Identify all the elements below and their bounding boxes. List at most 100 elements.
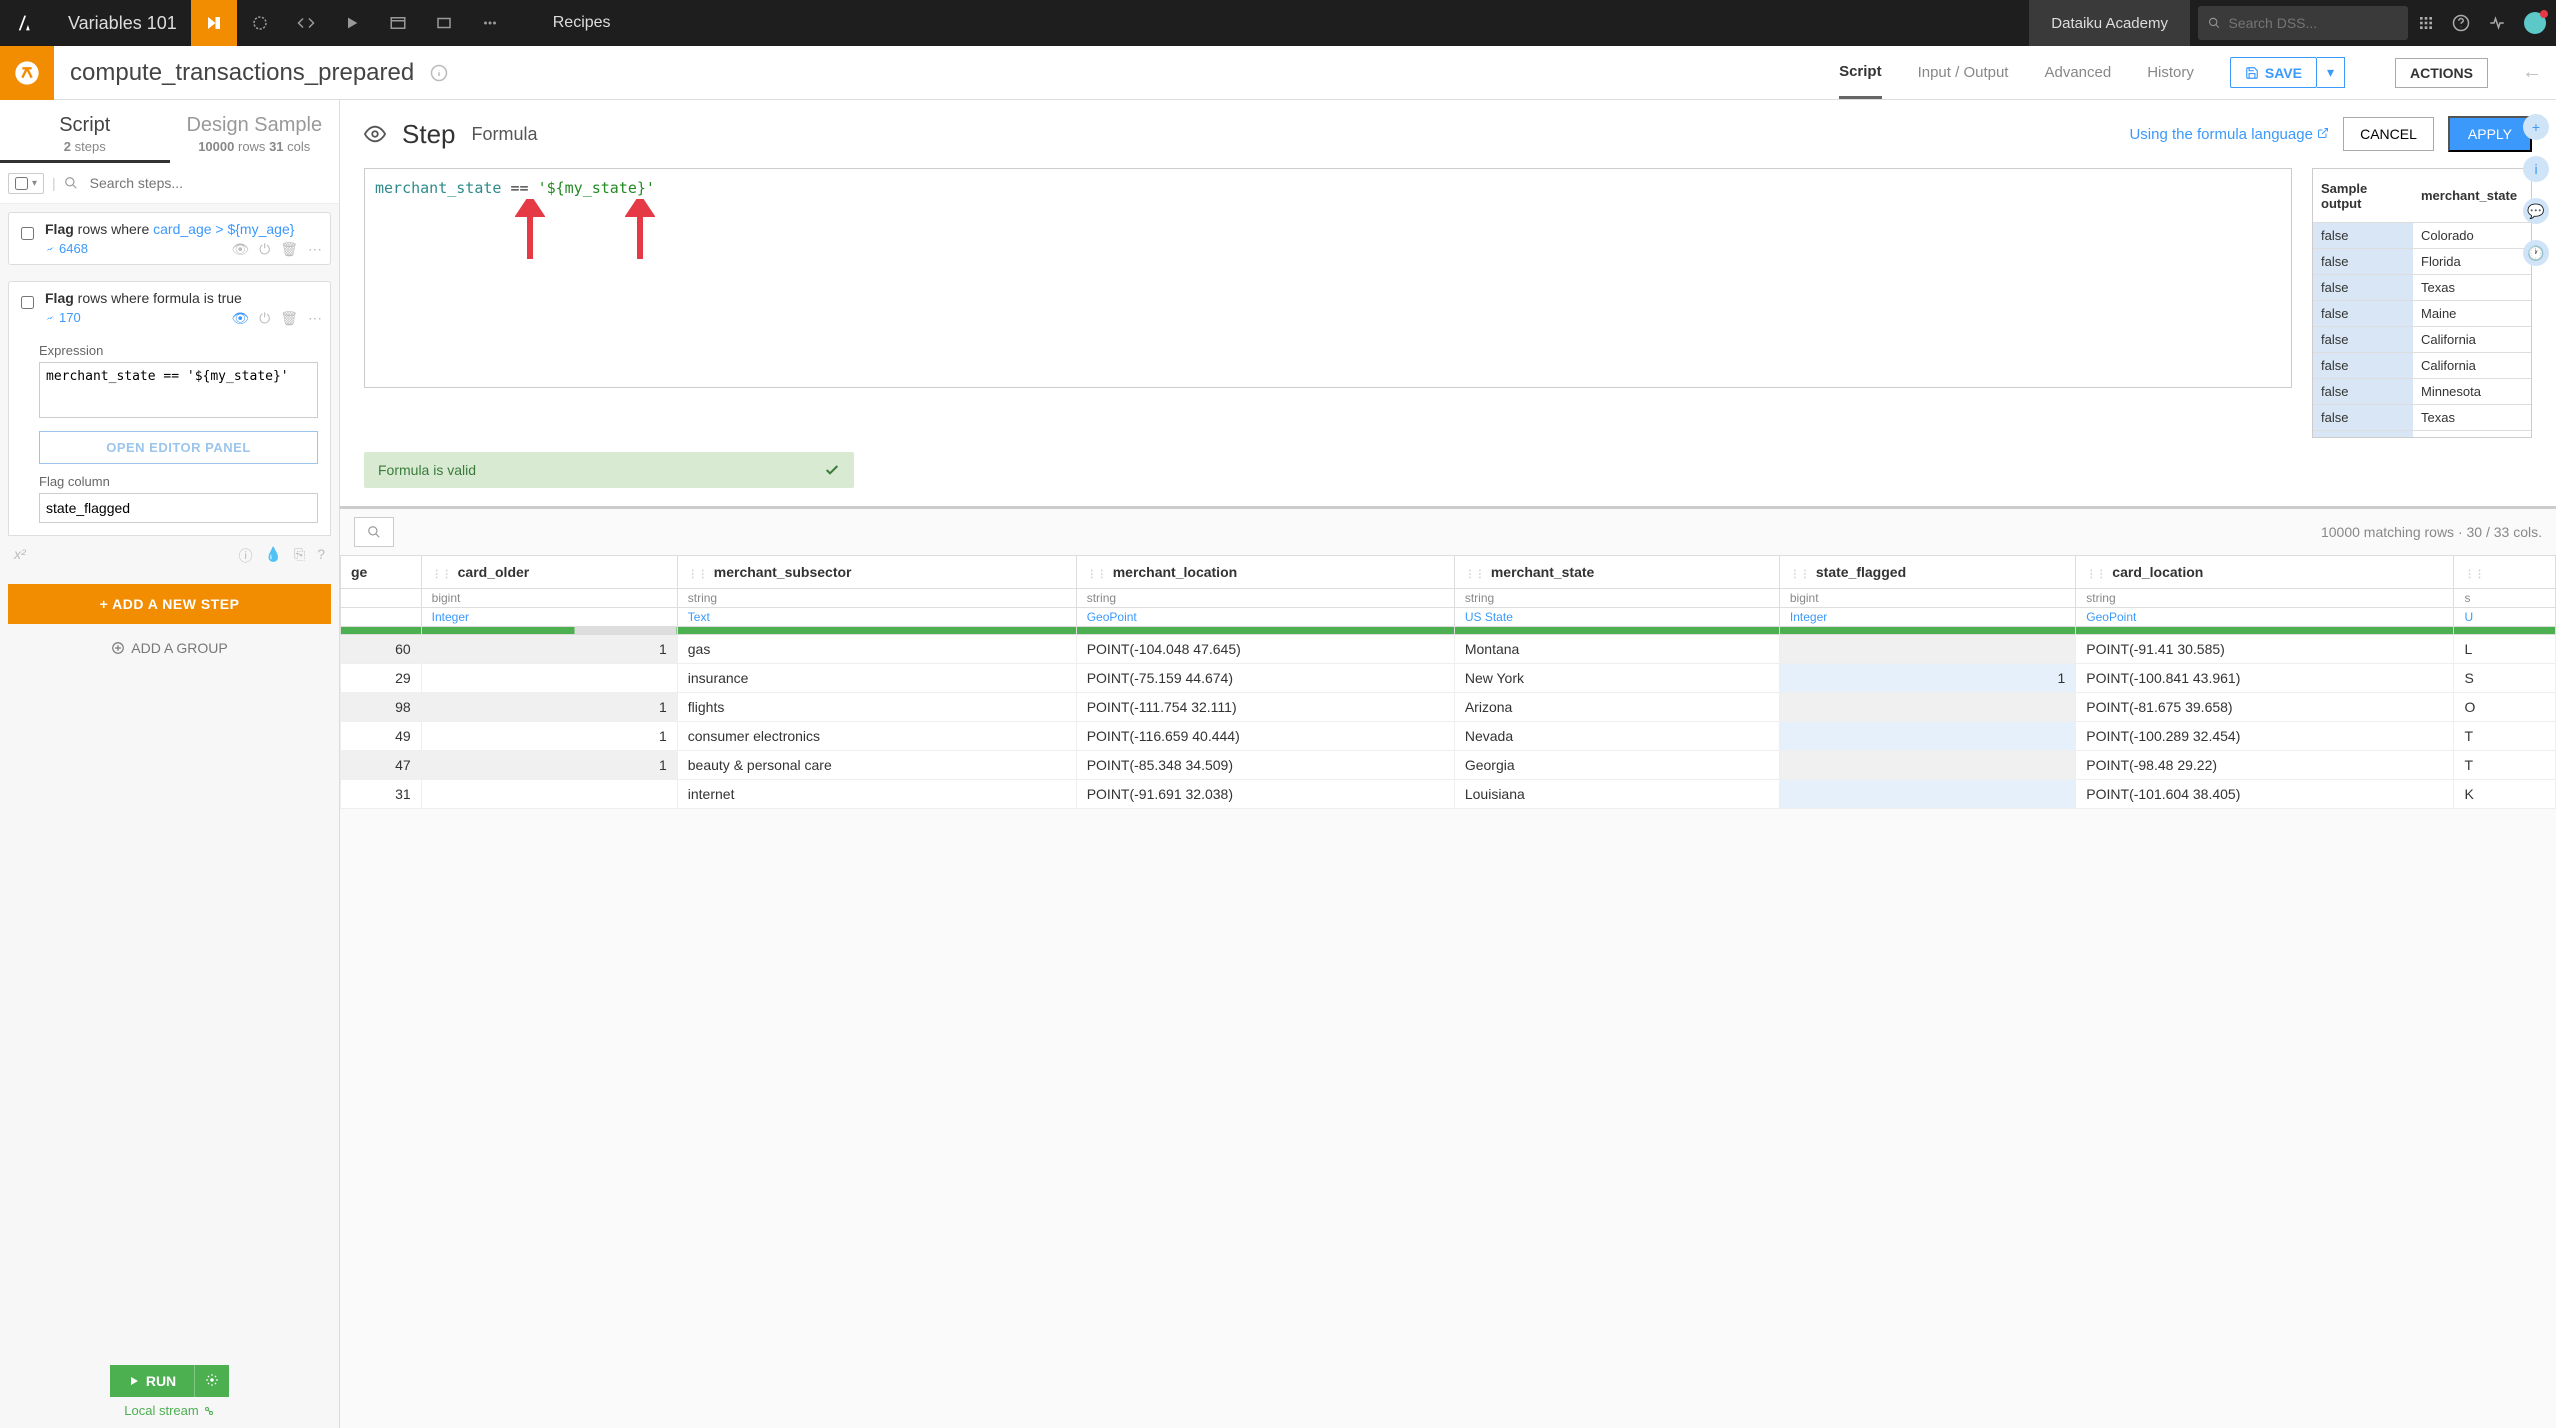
global-search[interactable] <box>2198 6 2408 40</box>
power-icon[interactable]: ⏻ <box>259 241 270 258</box>
flag-column-input[interactable] <box>39 493 318 523</box>
eye-icon[interactable] <box>364 123 386 145</box>
circle-icon[interactable] <box>237 0 283 46</box>
step-type: Formula <box>472 124 538 145</box>
data-search-button[interactable] <box>354 517 394 547</box>
more-icon[interactable] <box>467 0 513 46</box>
sample-output-table: Sample output merchant_state falseColora… <box>2312 168 2532 438</box>
table-row[interactable]: 471beauty & personal carePOINT(-85.348 3… <box>341 751 2556 780</box>
dashboard-icon[interactable] <box>375 0 421 46</box>
step-footer-icons: x² ⓘ 💧 ⎘ ? <box>0 536 339 576</box>
tab-history[interactable]: History <box>2147 46 2194 99</box>
column-header[interactable]: ⋮⋮ <box>2454 556 2556 589</box>
step-card-2[interactable]: Flag rows where formula is true 170 👁 ⏻ … <box>8 281 331 333</box>
column-header[interactable]: ⋮⋮merchant_subsector <box>677 556 1076 589</box>
back-arrow-icon[interactable]: ← <box>2508 61 2556 84</box>
select-all-dropdown[interactable]: ▾ <box>8 173 44 194</box>
step-card-1[interactable]: Flag rows where card_age > ${my_age} 646… <box>8 212 331 265</box>
help-icon[interactable] <box>2452 14 2470 32</box>
sample-row: falseTexas <box>2313 275 2531 301</box>
clock-icon[interactable]: 🕐 <box>2523 240 2549 266</box>
sample-row: falseCalifornia <box>2313 353 2531 379</box>
code-icon[interactable] <box>283 0 329 46</box>
open-editor-button[interactable]: OPEN EDITOR PANEL <box>39 431 318 464</box>
dataiku-logo[interactable] <box>0 0 54 46</box>
user-avatar[interactable] <box>2524 12 2546 34</box>
tab-input-output[interactable]: Input / Output <box>1918 46 2009 99</box>
x2-icon[interactable]: x² <box>14 546 26 566</box>
chat-icon[interactable]: 💬 <box>2523 198 2549 224</box>
local-stream-link[interactable]: Local stream <box>124 1403 214 1418</box>
trash-icon[interactable]: 🗑 <box>280 310 298 327</box>
search-input[interactable] <box>2228 15 2398 31</box>
steps-sidebar: Script 2 steps Design Sample 10000 rows … <box>0 100 340 1428</box>
drop-icon[interactable]: 💧 <box>265 546 282 566</box>
sample-row: falseCalifornia <box>2313 327 2531 353</box>
flag-column-label: Flag column <box>39 474 318 489</box>
column-header[interactable]: ⋮⋮merchant_state <box>1454 556 1779 589</box>
table-row[interactable]: 601gasPOINT(-104.048 47.645)MontanaPOINT… <box>341 635 2556 664</box>
more-icon[interactable]: ⋯ <box>308 241 322 258</box>
annotation-arrows <box>515 199 655 259</box>
data-preview: 10000 matching rows · 30 / 33 cols. ge⋮⋮… <box>340 506 2556 1428</box>
eye-icon[interactable]: 👁 <box>231 241 249 258</box>
more-icon[interactable]: ⋯ <box>308 310 322 327</box>
select-all-checkbox[interactable] <box>15 177 28 190</box>
formula-editor[interactable]: merchant_state == '${my_state}' <box>364 168 2292 388</box>
info-icon[interactable] <box>430 64 448 82</box>
step-checkbox[interactable] <box>21 227 34 240</box>
sample-row: falseFlorida <box>2313 249 2531 275</box>
steps-search-bar: ▾ | <box>0 163 339 204</box>
flow-icon[interactable] <box>191 0 237 46</box>
right-rail: + i 💬 🕐 <box>2516 100 2556 266</box>
run-button[interactable]: RUN <box>110 1365 194 1397</box>
table-row[interactable]: 31internetPOINT(-91.691 32.038)Louisiana… <box>341 780 2556 809</box>
expression-input[interactable]: merchant_state == '${my_state}' <box>39 362 318 418</box>
sample-row: falseColorado <box>2313 223 2531 249</box>
expression-label: Expression <box>39 343 318 358</box>
save-button[interactable]: SAVE <box>2230 57 2317 88</box>
tab-advanced[interactable]: Advanced <box>2044 46 2111 99</box>
run-settings-button[interactable] <box>194 1365 229 1397</box>
apps-icon[interactable] <box>2418 15 2434 31</box>
add-step-button[interactable]: + ADD A NEW STEP <box>8 584 331 624</box>
table-row[interactable]: 491consumer electronicsPOINT(-116.659 40… <box>341 722 2556 751</box>
data-stats: 10000 matching rows · 30 / 33 cols. <box>2321 524 2542 540</box>
cancel-button[interactable]: CANCEL <box>2343 117 2434 151</box>
step-checkbox[interactable] <box>21 296 34 309</box>
info-icon[interactable]: ⓘ <box>239 546 253 566</box>
table-row[interactable]: 29insurancePOINT(-75.159 44.674)New York… <box>341 664 2556 693</box>
column-header[interactable]: ⋮⋮state_flagged <box>1779 556 2075 589</box>
actions-button[interactable]: ACTIONS <box>2395 58 2488 88</box>
academy-link[interactable]: Dataiku Academy <box>2029 0 2190 46</box>
main-content: Step Formula Using the formula language … <box>340 100 2556 1428</box>
power-icon[interactable]: ⏻ <box>259 310 270 327</box>
recipe-header: compute_transactions_prepared Script Inp… <box>0 46 2556 100</box>
step-details: Expression merchant_state == '${my_state… <box>8 333 331 536</box>
add-group-button[interactable]: ADD A GROUP <box>0 632 339 664</box>
column-header[interactable]: ⋮⋮card_location <box>2076 556 2454 589</box>
eye-icon[interactable]: 👁 <box>231 310 249 327</box>
column-header[interactable]: ⋮⋮card_older <box>421 556 677 589</box>
steps-search-input[interactable] <box>86 171 331 195</box>
activity-icon[interactable] <box>2488 14 2506 32</box>
play-icon[interactable] <box>329 0 375 46</box>
formula-valid-banner: Formula is valid <box>364 452 854 488</box>
column-header[interactable]: ge <box>341 556 422 589</box>
step-header: Step Formula Using the formula language … <box>340 100 2556 168</box>
plus-icon[interactable]: + <box>2523 114 2549 140</box>
column-header[interactable]: ⋮⋮merchant_location <box>1076 556 1454 589</box>
info-rail-icon[interactable]: i <box>2523 156 2549 182</box>
project-name[interactable]: Variables 101 <box>54 13 191 34</box>
formula-help-link[interactable]: Using the formula language <box>2129 126 2329 143</box>
breadcrumb[interactable]: Recipes <box>553 14 611 32</box>
sidebar-tab-script[interactable]: Script 2 steps <box>0 100 170 163</box>
copy-icon[interactable]: ⎘ <box>294 546 305 566</box>
help-icon[interactable]: ? <box>317 546 325 566</box>
trash-icon[interactable]: 🗑 <box>280 241 298 258</box>
folder-icon[interactable] <box>421 0 467 46</box>
save-dropdown[interactable]: ▾ <box>2317 57 2345 88</box>
sidebar-tab-design[interactable]: Design Sample 10000 rows 31 cols <box>170 100 340 163</box>
tab-script[interactable]: Script <box>1839 46 1882 99</box>
table-row[interactable]: 981flightsPOINT(-111.754 32.111)ArizonaP… <box>341 693 2556 722</box>
